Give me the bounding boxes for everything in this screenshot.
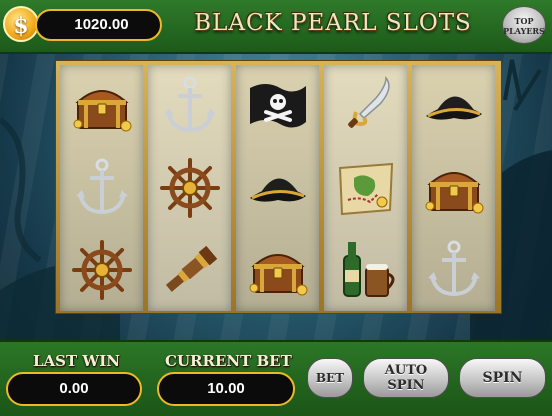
auto-spin-button[interactable]: AUTO SPIN xyxy=(363,358,449,398)
reels-area[interactable] xyxy=(60,65,497,311)
treasure-chest-icon xyxy=(412,147,495,229)
slot-machine-frame xyxy=(55,60,502,314)
cutlass-icon xyxy=(324,65,407,147)
reel-2 xyxy=(148,65,231,311)
coin-icon: $ xyxy=(3,6,39,42)
last-win-label: LAST WIN xyxy=(33,352,120,370)
reel-4 xyxy=(324,65,407,311)
game-title: BLACK PEARL SLOTS xyxy=(194,10,472,36)
bottom-bar: LAST WIN 0.00 CURRENT BET 10.00 BET AUTO… xyxy=(0,340,552,416)
treasure-chest-icon xyxy=(60,65,143,147)
ship-wheel-icon xyxy=(60,229,143,311)
pirate-hat-icon xyxy=(412,65,495,147)
bet-button[interactable]: BET xyxy=(307,358,353,398)
top-players-label-line1: TOP xyxy=(514,16,534,26)
current-bet-value: 10.00 xyxy=(157,372,295,406)
reel-1 xyxy=(60,65,143,311)
pirate-hat-icon xyxy=(236,147,319,229)
treasure-chest-icon xyxy=(236,229,319,311)
treasure-map-icon xyxy=(324,147,407,229)
top-players-label-line2: PLAYERS xyxy=(503,26,545,36)
balance-display: 1020.00 xyxy=(35,9,162,41)
current-bet-label: CURRENT BET xyxy=(165,352,292,370)
pirate-flag-icon xyxy=(236,65,319,147)
rum-and-mug-icon xyxy=(324,229,407,311)
anchor-icon xyxy=(148,65,231,147)
reel-5 xyxy=(412,65,495,311)
ship-wheel-icon xyxy=(148,147,231,229)
last-win-value: 0.00 xyxy=(6,372,142,406)
anchor-icon xyxy=(60,147,143,229)
spyglass-icon xyxy=(148,229,231,311)
spin-button[interactable]: SPIN xyxy=(459,358,546,398)
top-bar: $ 1020.00 BLACK PEARL SLOTS TOP PLAYERS xyxy=(0,0,552,54)
reel-3 xyxy=(236,65,319,311)
anchor-icon xyxy=(412,229,495,311)
top-players-button[interactable]: TOP PLAYERS xyxy=(502,6,546,44)
auto-spin-label-line1: AUTO xyxy=(384,363,428,378)
auto-spin-label-line2: SPIN xyxy=(387,378,425,393)
